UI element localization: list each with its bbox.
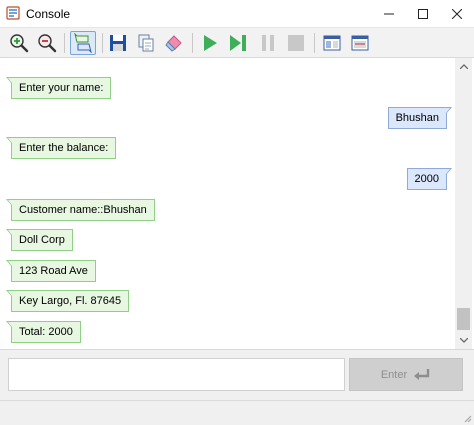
toggle-view-icon bbox=[74, 33, 92, 53]
enter-button-label: Enter bbox=[380, 368, 408, 381]
input-message: Bhushan bbox=[387, 107, 453, 129]
pause-icon bbox=[262, 35, 274, 51]
status-bar bbox=[0, 400, 474, 425]
save-icon bbox=[110, 35, 126, 51]
vertical-scrollbar[interactable] bbox=[455, 58, 472, 349]
run-button[interactable] bbox=[198, 31, 222, 55]
clear-button[interactable] bbox=[162, 31, 186, 55]
minimize-icon bbox=[384, 13, 394, 14]
copy-icon bbox=[138, 34, 154, 52]
enter-button[interactable]: Enter bbox=[349, 358, 463, 391]
toolbar-separator bbox=[192, 33, 193, 53]
scroll-down-button[interactable] bbox=[455, 332, 472, 349]
window-title: Console bbox=[26, 7, 71, 21]
output-message: Doll Corp bbox=[6, 229, 73, 251]
zoom-in-button[interactable] bbox=[7, 31, 31, 55]
output-message: Total: 2000 bbox=[6, 321, 81, 343]
toolbar-separator bbox=[102, 33, 103, 53]
resize-grip-icon[interactable] bbox=[462, 413, 472, 423]
step-icon bbox=[230, 35, 246, 51]
zoom-in-icon bbox=[10, 34, 29, 53]
output-message: Enter your name: bbox=[5, 77, 112, 99]
scroll-thumb[interactable] bbox=[457, 308, 470, 330]
chevron-up-icon bbox=[459, 64, 468, 69]
save-button[interactable] bbox=[106, 31, 130, 55]
scroll-up-button[interactable] bbox=[455, 58, 472, 75]
enter-return-icon bbox=[414, 368, 430, 380]
close-icon bbox=[452, 8, 462, 19]
eraser-icon bbox=[165, 35, 182, 52]
copy-button[interactable] bbox=[134, 31, 158, 55]
toggle-view-button[interactable] bbox=[70, 31, 96, 55]
layout-split-button[interactable] bbox=[320, 31, 344, 55]
chevron-down-icon bbox=[459, 338, 468, 343]
console-output[interactable]: Enter your name: Bhushan Enter the balan… bbox=[0, 57, 474, 350]
input-message: 2000 bbox=[406, 168, 453, 190]
toolbar-separator bbox=[314, 33, 315, 53]
close-button[interactable] bbox=[434, 0, 474, 27]
run-icon bbox=[204, 35, 217, 51]
toolbar bbox=[0, 27, 474, 57]
layout-window-button[interactable] bbox=[348, 31, 372, 55]
input-area: Enter bbox=[0, 350, 474, 400]
toolbar-separator bbox=[64, 33, 65, 53]
output-message: Enter the balance: bbox=[5, 137, 117, 159]
zoom-out-button[interactable] bbox=[35, 31, 59, 55]
stop-button[interactable] bbox=[284, 31, 308, 55]
output-message: 123 Road Ave bbox=[6, 260, 96, 282]
layout-split-icon bbox=[323, 35, 341, 51]
title-bar: Console bbox=[0, 0, 474, 27]
console-input[interactable] bbox=[8, 358, 345, 391]
output-message: Customer name::Bhushan bbox=[6, 199, 155, 221]
app-icon bbox=[6, 6, 20, 20]
zoom-out-icon bbox=[38, 34, 57, 53]
maximize-icon bbox=[418, 8, 428, 19]
step-button[interactable] bbox=[226, 31, 250, 55]
output-message: Key Largo, Fl. 87645 bbox=[5, 290, 130, 312]
pause-button[interactable] bbox=[256, 31, 280, 55]
layout-window-icon bbox=[351, 35, 369, 51]
stop-icon bbox=[288, 35, 304, 51]
